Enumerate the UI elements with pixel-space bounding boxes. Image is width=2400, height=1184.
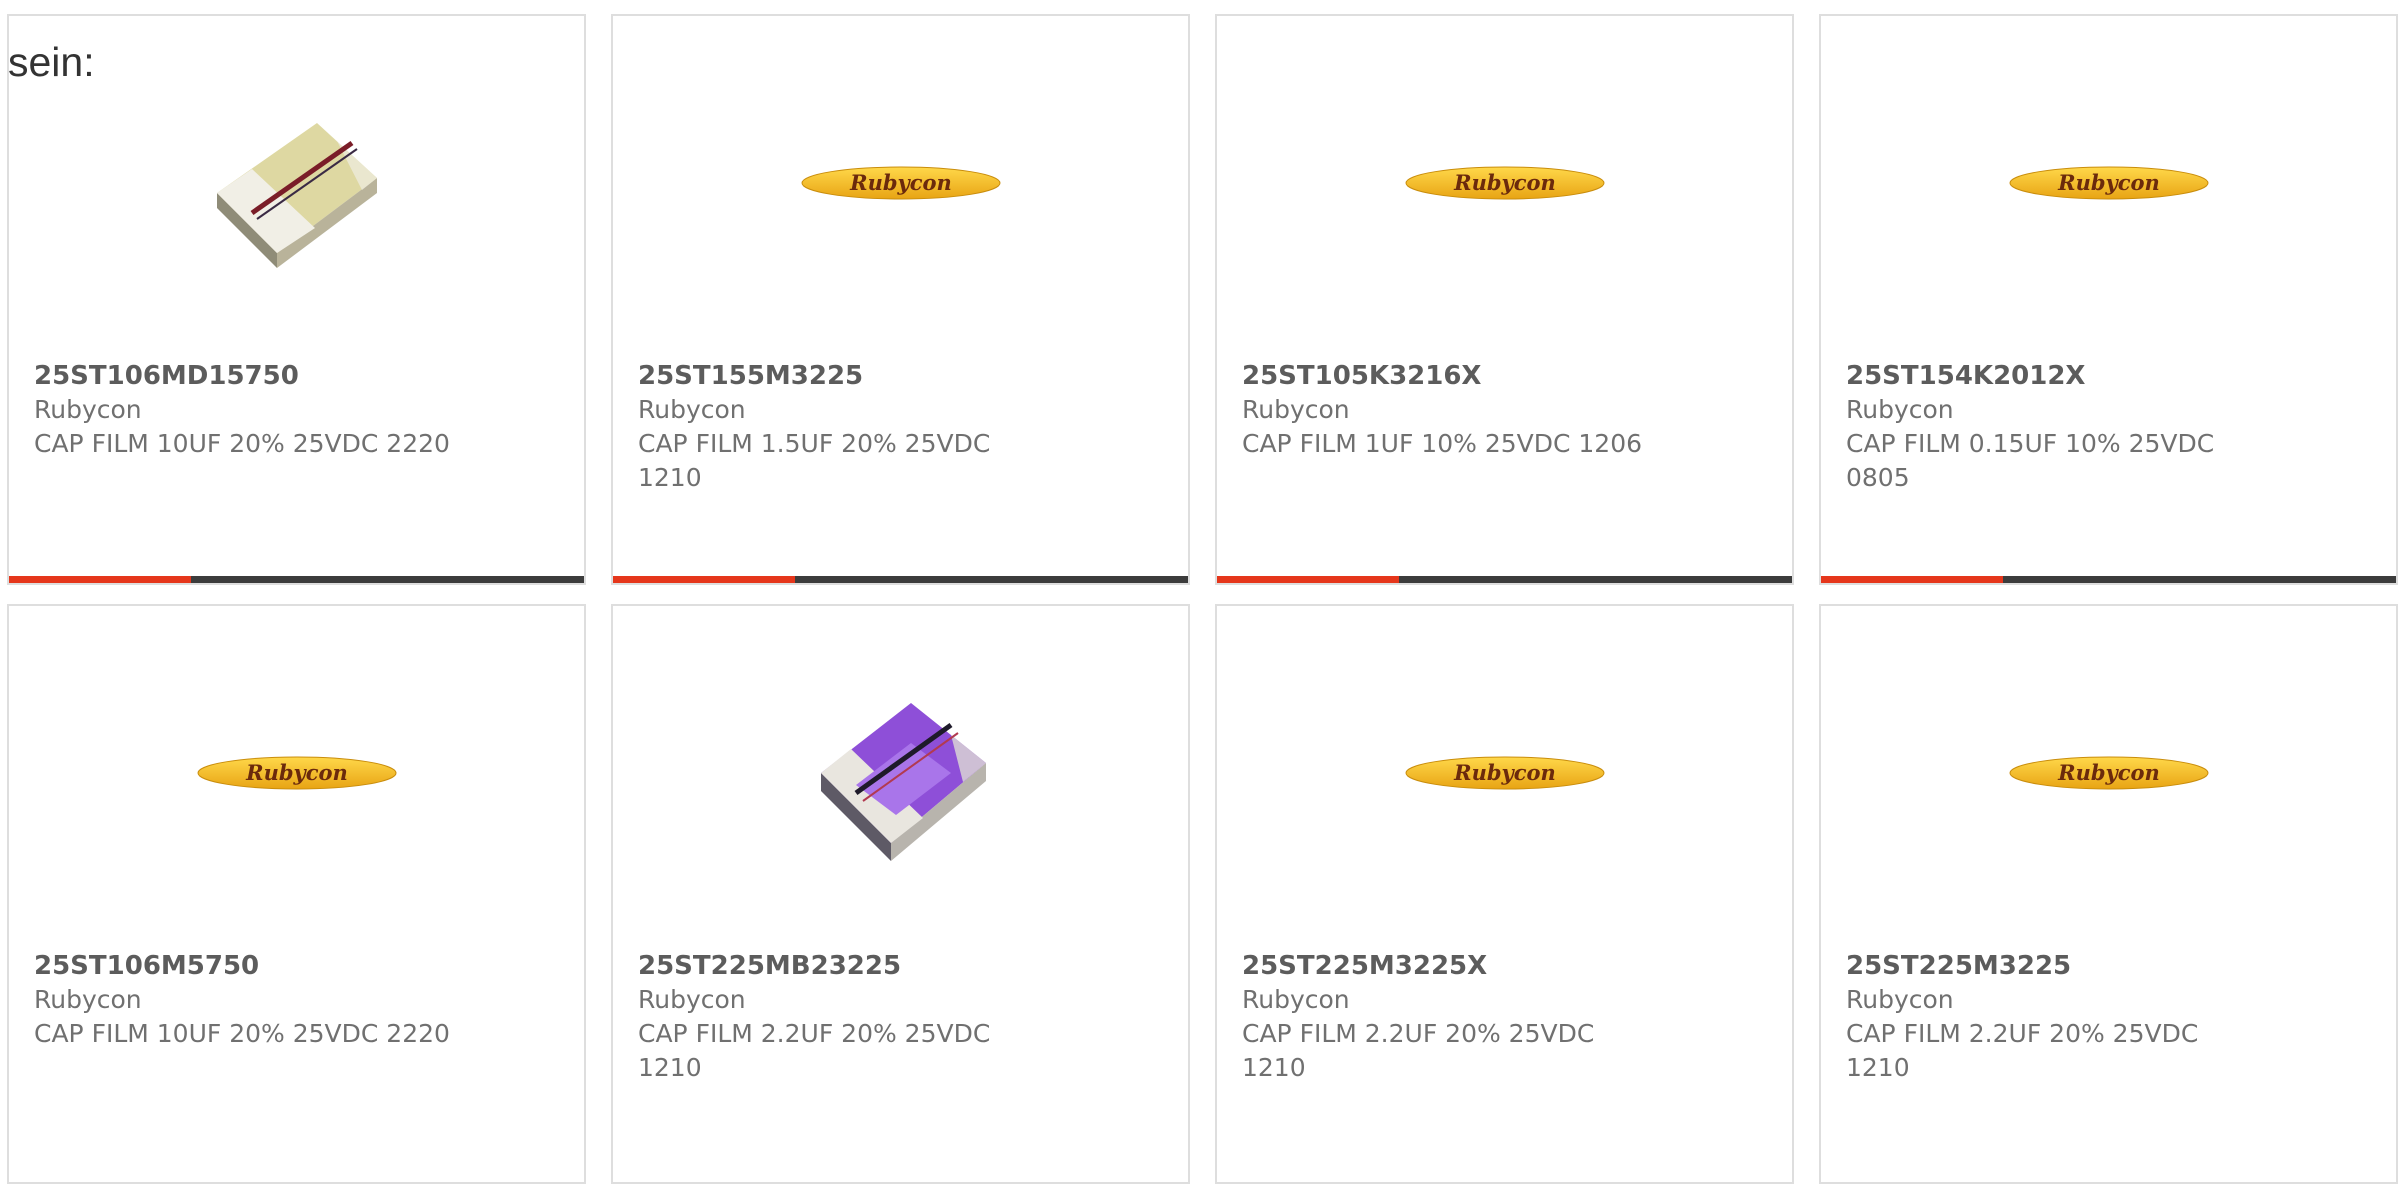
rubycon-logo: Rubycon (2009, 756, 2208, 790)
capacitor-chip-image (820, 703, 986, 861)
rubycon-logo: Rubycon (801, 166, 1000, 200)
rubycon-logo: Rubycon (1405, 756, 1604, 790)
part-number[interactable]: 25ST155M3225 (638, 359, 1168, 393)
rubycon-logo-text: Rubycon (2057, 760, 2160, 785)
part-number[interactable]: 25ST225M3225X (1242, 949, 1772, 983)
product-info: 25ST225MB23225 Rubycon CAP FILM 2.2UF 20% … (638, 949, 1168, 1085)
product-info: 25ST155M3225 Rubycon CAP FILM 1.5UF 20% 25… (638, 359, 1168, 495)
rubycon-logo-text: Rubycon (849, 170, 952, 195)
card-accent-bar (9, 576, 584, 583)
rubycon-logo-text: Rubycon (1453, 170, 1556, 195)
product-image[interactable] (9, 78, 584, 288)
manufacturer: Rubycon (1242, 985, 1350, 1014)
capacitor-chip-image (216, 123, 377, 268)
product-image[interactable] (613, 668, 1188, 878)
manufacturer: Rubycon (34, 985, 142, 1014)
product-card[interactable]: Rubycon 25ST225M3225X Rubycon CAP FILM 2.2… (1215, 604, 1794, 1184)
product-card[interactable]: Rubycon 25ST106M5750 Rubycon CAP FILM 10UF… (7, 604, 586, 1184)
product-description: CAP FILM 0.15UF 10% 25VDC 0805 (1846, 429, 2215, 492)
card-accent-highlight (1821, 576, 2003, 583)
product-image[interactable]: Rubycon (9, 668, 584, 878)
product-card[interactable]: Rubycon 25ST225M3225 Rubycon CAP FILM 2.2U… (1819, 604, 2398, 1184)
part-number[interactable]: 25ST154K2012X (1846, 359, 2376, 393)
product-image[interactable]: Rubycon (1217, 668, 1792, 878)
manufacturer: Rubycon (34, 395, 142, 424)
rubycon-logo-text: Rubycon (1453, 760, 1556, 785)
part-number[interactable]: 25ST105K3216X (1242, 359, 1772, 393)
card-accent-highlight (9, 576, 191, 583)
manufacturer: Rubycon (1846, 395, 1954, 424)
product-info: 25ST105K3216X Rubycon CAP FILM 1UF 10% 25V… (1242, 359, 1772, 461)
product-info: 25ST225M3225 Rubycon CAP FILM 2.2UF 20% 25… (1846, 949, 2376, 1085)
card-accent-bar (1821, 576, 2396, 583)
manufacturer: Rubycon (1846, 985, 1954, 1014)
product-description: CAP FILM 1UF 10% 25VDC 1206 (1242, 429, 1643, 458)
manufacturer: Rubycon (638, 395, 746, 424)
product-description: CAP FILM 2.2UF 20% 25VDC 1210 (1242, 1019, 1595, 1082)
product-description: CAP FILM 10UF 20% 25VDC 2220 (34, 429, 450, 458)
card-accent-highlight (1217, 576, 1399, 583)
rubycon-logo-text: Rubycon (245, 760, 348, 785)
product-image[interactable]: Rubycon (1821, 668, 2396, 878)
product-info: 25ST225M3225X Rubycon CAP FILM 2.2UF 20% 2… (1242, 949, 1772, 1085)
product-info: 25ST154K2012X Rubycon CAP FILM 0.15UF 10% … (1846, 359, 2376, 495)
rubycon-logo: Rubycon (1405, 166, 1604, 200)
manufacturer: Rubycon (638, 985, 746, 1014)
product-description: CAP FILM 1.5UF 20% 25VDC 1210 (638, 429, 991, 492)
product-info: 25ST106M5750 Rubycon CAP FILM 10UF 20% 25V… (34, 949, 564, 1051)
card-accent-bar (1217, 576, 1792, 583)
part-number[interactable]: 25ST106MD15750 (34, 359, 564, 393)
product-image[interactable]: Rubycon (1821, 78, 2396, 288)
rubycon-logo: Rubycon (197, 756, 396, 790)
product-card[interactable]: 25ST106MD15750 Rubycon CAP FILM 10UF 20% 2… (7, 14, 586, 585)
product-image[interactable]: Rubycon (613, 78, 1188, 288)
product-image[interactable]: Rubycon (1217, 78, 1792, 288)
product-description: CAP FILM 10UF 20% 25VDC 2220 (34, 1019, 450, 1048)
rubycon-logo: Rubycon (2009, 166, 2208, 200)
product-card[interactable]: 25ST225MB23225 Rubycon CAP FILM 2.2UF 20% … (611, 604, 1190, 1184)
rubycon-logo-text: Rubycon (2057, 170, 2160, 195)
card-accent-bar (613, 576, 1188, 583)
part-number[interactable]: 25ST225MB23225 (638, 949, 1168, 983)
product-description: CAP FILM 2.2UF 20% 25VDC 1210 (1846, 1019, 2199, 1082)
product-card[interactable]: Rubycon 25ST154K2012X Rubycon CAP FILM 0.1… (1819, 14, 2398, 585)
product-description: CAP FILM 2.2UF 20% 25VDC 1210 (638, 1019, 991, 1082)
manufacturer: Rubycon (1242, 395, 1350, 424)
card-accent-highlight (613, 576, 795, 583)
part-number[interactable]: 25ST225M3225 (1846, 949, 2376, 983)
product-info: 25ST106MD15750 Rubycon CAP FILM 10UF 20% 2… (34, 359, 564, 461)
product-card[interactable]: Rubycon 25ST155M3225 Rubycon CAP FILM 1.5U… (611, 14, 1190, 585)
part-number[interactable]: 25ST106M5750 (34, 949, 564, 983)
product-card[interactable]: Rubycon 25ST105K3216X Rubycon CAP FILM 1UF… (1215, 14, 1794, 585)
intro-text: sein: (8, 39, 95, 85)
